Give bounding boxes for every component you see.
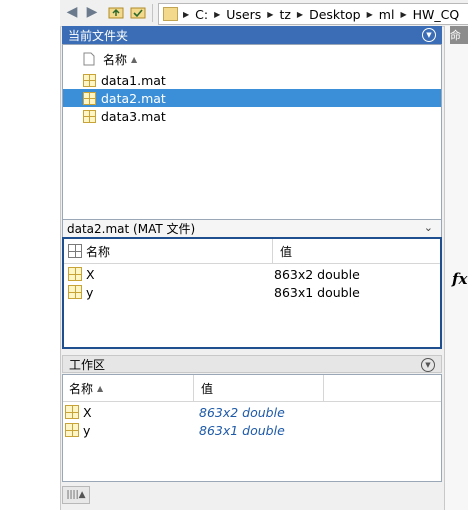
sort-ascending-icon: ▲ bbox=[131, 54, 138, 64]
file-row[interactable]: data3.mat bbox=[63, 107, 441, 125]
details-table: 名称 值 X 863x2 double y 863x1 double bbox=[62, 237, 442, 349]
mat-file-icon bbox=[83, 73, 96, 87]
chevron-down-icon[interactable]: ⌄ bbox=[424, 221, 433, 234]
mat-file-icon bbox=[83, 91, 96, 105]
workspace-title: 工作区 bbox=[69, 357, 106, 372]
breadcrumb-arrow-icon[interactable]: ▶ bbox=[265, 10, 275, 19]
workspace-table: 名称 ▲ 值 X 863x2 double y 863x1 double bbox=[62, 374, 442, 482]
current-folder-titlebar[interactable]: 当前文件夹 ▼ bbox=[62, 26, 442, 44]
column-divider[interactable] bbox=[272, 239, 273, 263]
folder-icon bbox=[163, 7, 178, 21]
file-name: data3.mat bbox=[101, 108, 166, 124]
details-row[interactable]: X 863x2 double bbox=[64, 265, 440, 283]
breadcrumb-item[interactable]: tz bbox=[275, 7, 294, 22]
toolbar-divider bbox=[152, 4, 153, 22]
details-header: 名称 值 bbox=[64, 239, 440, 264]
file-name: data1.mat bbox=[101, 72, 166, 88]
workspace-value-header[interactable]: 值 bbox=[201, 380, 213, 397]
file-name: data2.mat bbox=[101, 90, 166, 106]
matrix-icon bbox=[65, 423, 79, 437]
matrix-icon bbox=[65, 405, 79, 419]
var-value: 863x2 double bbox=[199, 404, 285, 420]
details-name-header[interactable]: 名称 bbox=[86, 243, 110, 260]
command-window-title: 命 bbox=[450, 26, 468, 44]
fx-icon[interactable]: fx bbox=[452, 270, 467, 288]
details-row[interactable]: y 863x1 double bbox=[64, 283, 440, 301]
grip-handle-icon[interactable]: ||||▲ bbox=[62, 486, 90, 504]
file-type-icon bbox=[83, 52, 95, 66]
details-title: data2.mat (MAT 文件) bbox=[67, 222, 196, 236]
var-name: y bbox=[83, 422, 91, 438]
back-arrow-icon[interactable]: ◀ bbox=[64, 4, 80, 20]
workspace-row[interactable]: X 863x2 double bbox=[63, 403, 441, 421]
var-value: 863x1 double bbox=[274, 284, 360, 300]
breadcrumb-arrow-icon[interactable]: ▶ bbox=[365, 10, 375, 19]
panel-menu-icon[interactable]: ▼ bbox=[422, 28, 436, 42]
var-value: 863x1 double bbox=[199, 422, 285, 438]
breadcrumb-item[interactable]: HW_CQ bbox=[409, 7, 464, 22]
up-folder-icon[interactable] bbox=[108, 4, 124, 20]
sort-ascending-icon: ▲ bbox=[97, 383, 104, 393]
var-name: X bbox=[83, 404, 92, 420]
panel-menu-icon[interactable]: ▼ bbox=[421, 358, 435, 372]
var-name: X bbox=[86, 266, 95, 282]
column-divider[interactable] bbox=[193, 375, 194, 401]
breadcrumb-arrow-icon[interactable]: ▶ bbox=[398, 10, 408, 19]
path-breadcrumb[interactable]: ▶ C: ▶ Users ▶ tz ▶ Desktop ▶ ml ▶ HW_CQ bbox=[158, 3, 468, 25]
workspace-row[interactable]: y 863x1 double bbox=[63, 421, 441, 439]
var-value: 863x2 double bbox=[274, 266, 360, 282]
file-row-selected[interactable]: data2.mat bbox=[63, 89, 441, 107]
forward-arrow-icon[interactable]: ▶ bbox=[84, 4, 100, 20]
breadcrumb-item[interactable]: ml bbox=[375, 7, 399, 22]
breadcrumb-item[interactable]: Users bbox=[222, 7, 265, 22]
command-window-edge bbox=[444, 26, 468, 510]
name-column-header[interactable]: 名称 bbox=[103, 51, 127, 68]
details-titlebar[interactable]: data2.mat (MAT 文件) ⌄ bbox=[62, 219, 442, 237]
workspace-name-header[interactable]: 名称 bbox=[69, 380, 93, 397]
workspace-titlebar[interactable]: 工作区 ▼ bbox=[62, 355, 442, 373]
var-name: y bbox=[86, 284, 94, 300]
file-row[interactable]: data1.mat bbox=[63, 71, 441, 89]
matrix-icon bbox=[68, 267, 82, 281]
file-list-header[interactable]: 名称 ▲ bbox=[83, 50, 137, 68]
breadcrumb-arrow-icon[interactable]: ▶ bbox=[295, 10, 305, 19]
breadcrumb-arrow-icon[interactable]: ▶ bbox=[212, 10, 222, 19]
breadcrumb-arrow-icon[interactable]: ▶ bbox=[181, 10, 191, 19]
details-value-header[interactable]: 值 bbox=[280, 243, 292, 260]
workspace-header: 名称 ▲ 值 bbox=[63, 375, 441, 402]
column-divider[interactable] bbox=[323, 375, 324, 401]
mat-file-icon bbox=[83, 109, 96, 123]
left-margin bbox=[0, 0, 60, 510]
breadcrumb-item[interactable]: C: bbox=[191, 7, 212, 22]
current-folder-title: 当前文件夹 bbox=[68, 28, 129, 43]
matrix-icon bbox=[68, 285, 82, 299]
breadcrumb-item[interactable]: Desktop bbox=[305, 7, 365, 22]
browse-folder-icon[interactable] bbox=[130, 4, 146, 20]
file-list: 名称 ▲ data1.mat data2.mat data3.mat bbox=[62, 44, 442, 220]
variable-table-icon bbox=[68, 244, 82, 258]
